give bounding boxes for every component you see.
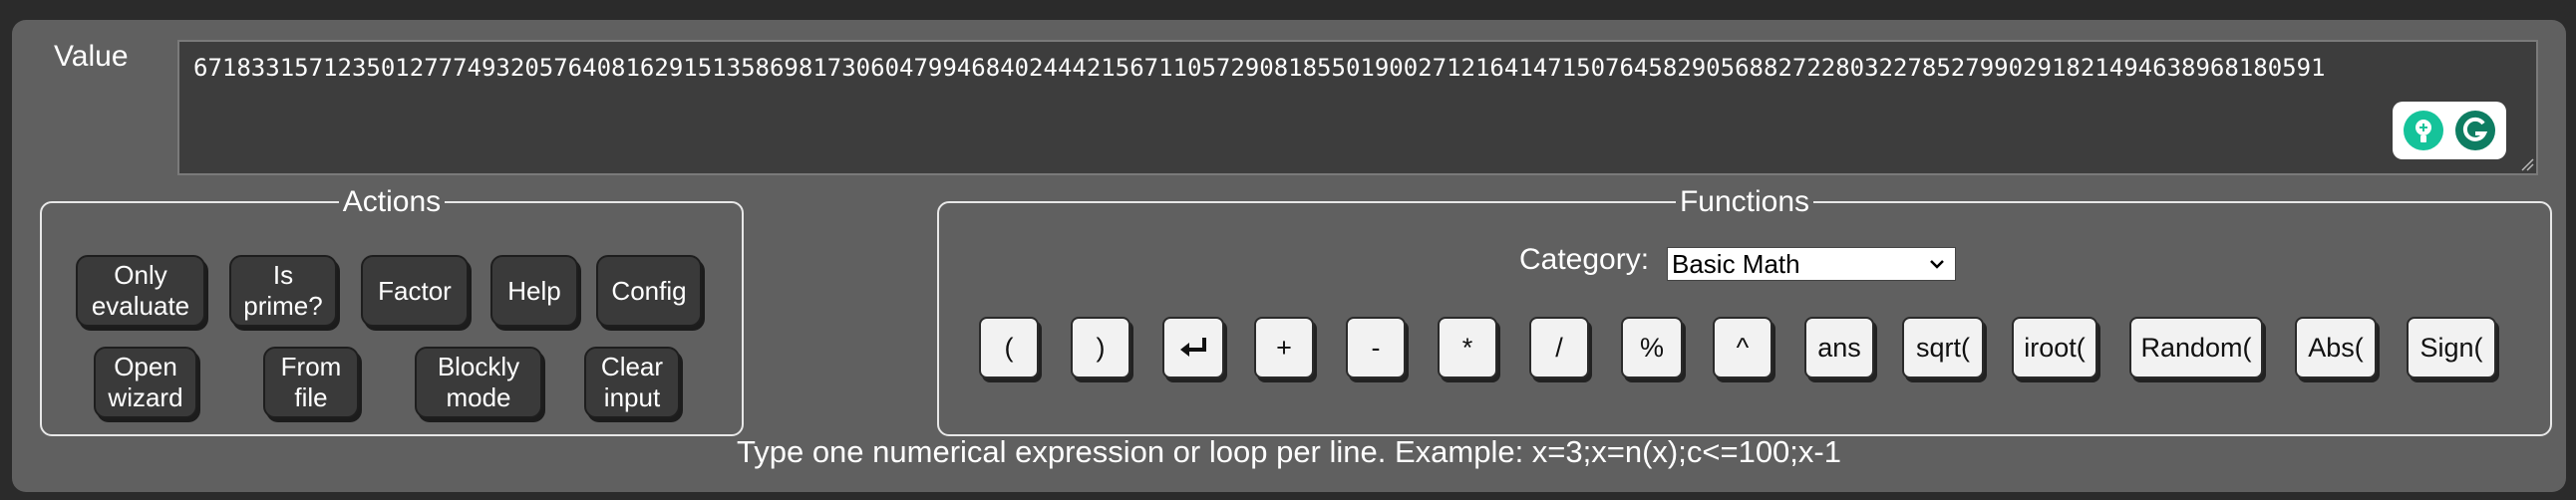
abs-button[interactable]: Abs( bbox=[2295, 317, 2377, 378]
blockly-mode-button[interactable]: Blockly mode bbox=[415, 347, 542, 418]
functions-legend: Functions bbox=[1679, 185, 1810, 218]
chevron-down-icon bbox=[1930, 260, 1944, 269]
factor-button[interactable]: Factor bbox=[361, 255, 469, 327]
clear-input-button[interactable]: Clear input bbox=[584, 347, 680, 418]
hint-text: Type one numerical expression or loop pe… bbox=[737, 434, 1841, 469]
sign-button[interactable]: Sign( bbox=[2407, 317, 2496, 378]
enter-button[interactable] bbox=[1162, 317, 1224, 378]
config-button[interactable]: Config bbox=[596, 255, 702, 327]
only-evaluate-button[interactable]: Only evaluate bbox=[76, 255, 205, 327]
value-input[interactable]: 6718331571235012777493205764081629151358… bbox=[177, 40, 2538, 175]
calculator-panel: Value 6718331571235012777493205764081629… bbox=[12, 20, 2566, 492]
random-button[interactable]: Random( bbox=[2129, 317, 2263, 378]
divide-button[interactable]: / bbox=[1529, 317, 1589, 378]
minus-button[interactable]: - bbox=[1346, 317, 1406, 378]
actions-legend: Actions bbox=[342, 185, 442, 218]
resize-grip-icon[interactable] bbox=[2520, 157, 2534, 171]
grammarly-widget[interactable] bbox=[2393, 102, 2506, 159]
ans-button[interactable]: ans bbox=[1804, 317, 1874, 378]
plus-button[interactable]: + bbox=[1254, 317, 1314, 378]
close-paren-button[interactable]: ) bbox=[1071, 317, 1130, 378]
functions-group: Functions Category: Basic Math ( ) + - *… bbox=[937, 187, 2552, 436]
iroot-button[interactable]: iroot( bbox=[2012, 317, 2097, 378]
category-label: Category: bbox=[1519, 243, 1650, 276]
from-file-button[interactable]: From file bbox=[263, 347, 359, 418]
enter-arrow-icon bbox=[1180, 338, 1206, 357]
grammarly-suggestion-icon[interactable] bbox=[2402, 109, 2445, 152]
category-select[interactable]: Basic Math bbox=[1667, 247, 1956, 281]
power-button[interactable]: ^ bbox=[1713, 317, 1772, 378]
percent-button[interactable]: % bbox=[1621, 317, 1683, 378]
multiply-button[interactable]: * bbox=[1438, 317, 1497, 378]
sqrt-button[interactable]: sqrt( bbox=[1902, 317, 1984, 378]
value-label: Value bbox=[54, 40, 129, 73]
value-input-text[interactable]: 6718331571235012777493205764081629151358… bbox=[193, 54, 2325, 82]
open-wizard-button[interactable]: Open wizard bbox=[94, 347, 197, 418]
grammarly-logo-icon[interactable] bbox=[2453, 109, 2497, 152]
actions-group: Actions Only evaluate Is prime? Factor H… bbox=[40, 187, 744, 436]
category-selected-value: Basic Math bbox=[1672, 249, 1800, 279]
open-paren-button[interactable]: ( bbox=[979, 317, 1039, 378]
help-button[interactable]: Help bbox=[490, 255, 578, 327]
is-prime-button[interactable]: Is prime? bbox=[229, 255, 337, 327]
